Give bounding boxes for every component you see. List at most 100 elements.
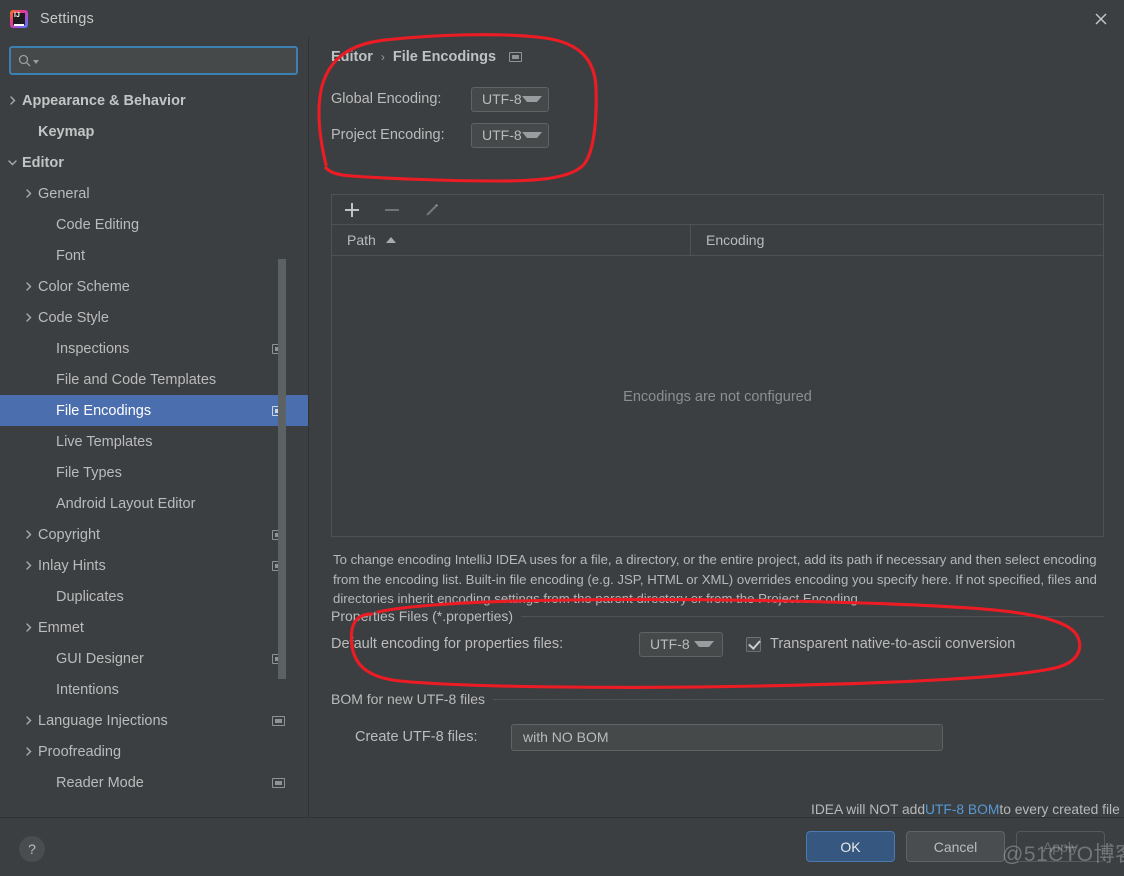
sidebar-item-label: Duplicates [56, 588, 124, 605]
sidebar-item-label: Language Injections [38, 712, 168, 729]
bom-group-title: BOM for new UTF-8 files [331, 691, 486, 707]
cancel-button[interactable]: Cancel [906, 831, 1005, 862]
chevron-right-icon[interactable] [22, 716, 34, 725]
chevron-down-icon[interactable] [6, 158, 18, 167]
table-header-row: Path Encoding [332, 225, 1103, 256]
settings-sidebar: Appearance & Behavior Keymap Editor General… [0, 37, 309, 817]
settings-tree: Appearance & Behavior Keymap Editor General… [0, 85, 309, 817]
properties-default-encoding-dropdown[interactable]: UTF-8 [639, 631, 723, 657]
encodings-description: To change encoding IntelliJ IDEA uses fo… [333, 552, 1097, 606]
chevron-right-icon[interactable] [22, 313, 34, 322]
title-bar: Settings [0, 0, 1124, 37]
chevron-right-icon[interactable] [6, 96, 18, 105]
transparent-native-to-ascii-checkbox[interactable]: Transparent native-to-ascii conversion [746, 636, 1015, 652]
sidebar-item-inlay-hints[interactable]: Inlay Hints [0, 550, 309, 581]
window-title: Settings [40, 10, 94, 27]
sidebar-scrollbar[interactable] [278, 37, 286, 817]
column-header-path[interactable]: Path [332, 225, 691, 255]
sidebar-item-appearance-behavior[interactable]: Appearance & Behavior [0, 85, 309, 116]
settings-main-panel: Editor › File Encodings Global Encoding:… [309, 37, 1124, 817]
properties-files-group: Properties Files (*.properties) [331, 607, 1104, 625]
sidebar-item-keymap[interactable]: Keymap [0, 116, 309, 147]
sidebar-item-emmet[interactable]: Emmet [0, 612, 309, 643]
sidebar-item-reader-mode[interactable]: Reader Mode [0, 767, 309, 798]
column-header-encoding[interactable]: Encoding [691, 225, 1103, 255]
sidebar-item-label: File Encodings [56, 402, 152, 419]
apply-button: Apply [1016, 831, 1105, 862]
sidebar-item-live-templates[interactable]: Live Templates [0, 426, 309, 457]
sidebar-item-intentions[interactable]: Intentions [0, 674, 309, 705]
create-utf8-files-value: with NO BOM [523, 729, 609, 745]
sidebar-item-label: Appearance & Behavior [22, 92, 186, 109]
sidebar-item-label: GUI Designer [56, 650, 144, 667]
sidebar-item-label: Code Editing [56, 216, 140, 233]
sidebar-item-label: Live Templates [56, 433, 153, 450]
search-input[interactable] [46, 50, 296, 71]
sidebar-scrollbar-thumb[interactable] [278, 259, 286, 679]
breadcrumb: Editor › File Encodings [331, 46, 523, 68]
sidebar-item-label: Reader Mode [56, 774, 144, 791]
plus-icon[interactable] [343, 201, 361, 219]
sidebar-item-label: File and Code Templates [56, 371, 217, 388]
breadcrumb-parent[interactable]: Editor [331, 49, 373, 65]
pencil-icon[interactable] [423, 201, 441, 219]
create-utf8-files-dropdown[interactable]: with NO BOM [511, 723, 943, 751]
bom-group: BOM for new UTF-8 files [331, 690, 1104, 708]
search-options-caret-icon[interactable] [33, 60, 39, 64]
sidebar-item-language-injections[interactable]: Language Injections [0, 705, 309, 736]
sidebar-item-file-encodings[interactable]: File Encodings [0, 395, 309, 426]
sidebar-item-file-and-code-templates[interactable]: File and Code Templates [0, 364, 309, 395]
sidebar-item-code-style[interactable]: Code Style [0, 302, 309, 333]
sidebar-item-file-types[interactable]: File Types [0, 457, 309, 488]
close-icon[interactable] [1078, 0, 1124, 37]
project-encoding-value: UTF-8 [482, 127, 522, 143]
sidebar-item-label: Proofreading [38, 743, 122, 760]
encodings-table-toolbar [331, 194, 1104, 224]
sidebar-item-label: Keymap [38, 123, 95, 140]
sidebar-item-label: Color Scheme [38, 278, 130, 295]
chevron-right-icon[interactable] [22, 747, 34, 756]
project-scope-icon [509, 52, 523, 62]
project-encoding-row: Project Encoding: UTF-8 [331, 122, 549, 148]
sidebar-item-label: Font [56, 247, 86, 264]
sidebar-item-proofreading[interactable]: Proofreading [0, 736, 309, 767]
search-box[interactable] [9, 46, 298, 75]
sidebar-item-general[interactable]: General [0, 178, 309, 209]
sidebar-item-color-scheme[interactable]: Color Scheme [0, 271, 309, 302]
project-encoding-dropdown[interactable]: UTF-8 [471, 122, 549, 148]
properties-default-encoding-label: Default encoding for properties files: [331, 636, 564, 652]
sidebar-item-label: Copyright [38, 526, 101, 543]
sidebar-item-code-editing[interactable]: Code Editing [0, 209, 309, 240]
transparent-native-to-ascii-label: Transparent native-to-ascii conversion [770, 636, 1016, 652]
chevron-right-icon[interactable] [22, 189, 34, 198]
chevron-down-icon [694, 641, 714, 647]
global-encoding-row: Global Encoding: UTF-8 [331, 86, 549, 112]
sidebar-item-editor[interactable]: Editor [0, 147, 309, 178]
properties-default-encoding-value: UTF-8 [650, 636, 690, 652]
minus-icon[interactable] [383, 201, 401, 219]
global-encoding-dropdown[interactable]: UTF-8 [471, 86, 549, 112]
utf8-bom-link[interactable]: UTF-8 BOM [925, 802, 999, 817]
chevron-right-icon[interactable] [22, 623, 34, 632]
sidebar-item-copyright[interactable]: Copyright [0, 519, 309, 550]
sidebar-item-label: Emmet [38, 619, 84, 636]
sidebar-item-inspections[interactable]: Inspections [0, 333, 309, 364]
properties-files-group-title: Properties Files (*.properties) [331, 608, 514, 624]
sidebar-item-label: Code Style [38, 309, 109, 326]
chevron-right-icon[interactable] [22, 282, 34, 291]
sidebar-item-label: Inspections [56, 340, 130, 357]
checkbox-check-icon [746, 636, 761, 652]
sidebar-item-gui-designer[interactable]: GUI Designer [0, 643, 309, 674]
table-empty-message: Encodings are not configured [623, 388, 812, 405]
breadcrumb-separator: › [380, 50, 385, 64]
sidebar-item-label: Inlay Hints [38, 557, 106, 574]
ok-button[interactable]: OK [806, 831, 895, 862]
chevron-right-icon[interactable] [22, 530, 34, 539]
sidebar-item-duplicates[interactable]: Duplicates [0, 581, 309, 612]
sidebar-item-font[interactable]: Font [0, 240, 309, 271]
sidebar-item-android-layout-editor[interactable]: Android Layout Editor [0, 488, 309, 519]
chevron-right-icon[interactable] [22, 561, 34, 570]
breadcrumb-current: File Encodings [392, 49, 497, 65]
help-button[interactable]: ? [19, 836, 45, 862]
properties-default-encoding-row: Default encoding for properties files: U… [331, 631, 1015, 657]
